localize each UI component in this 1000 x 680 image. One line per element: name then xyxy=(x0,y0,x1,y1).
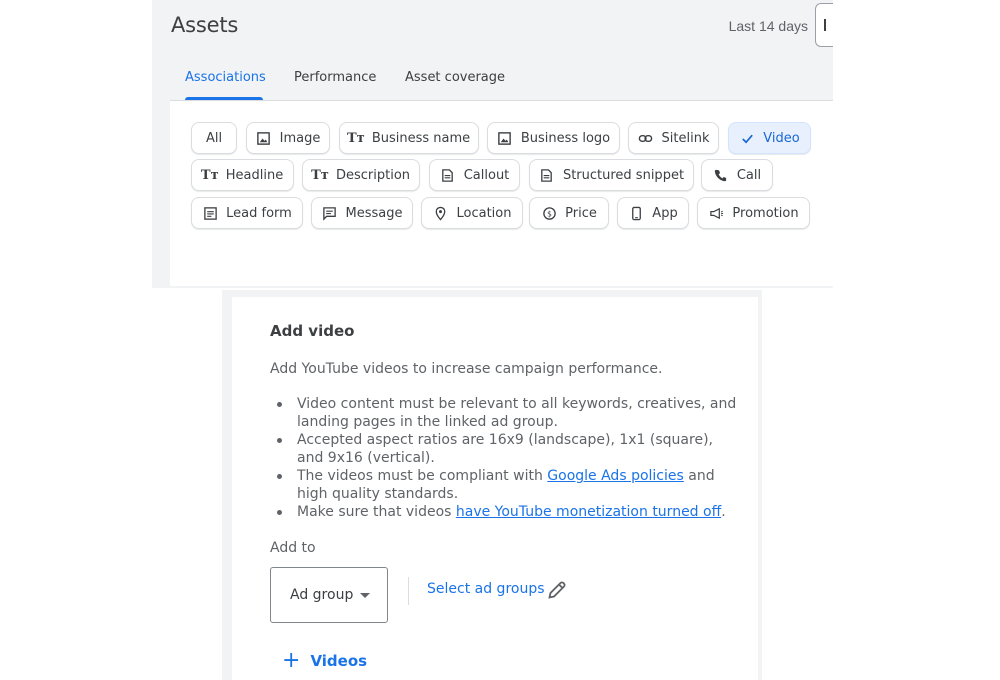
chip-label: Structured snippet xyxy=(562,167,685,183)
list-item-text: Accepted aspect ratios are 16x9 (landsca… xyxy=(297,432,713,466)
chip-label: Lead form xyxy=(226,205,292,221)
form-icon xyxy=(202,205,218,221)
chip-headline[interactable]: Tт Headline xyxy=(191,159,294,191)
chip-sitelink[interactable]: Sitelink xyxy=(628,122,719,154)
list-item-text: Make sure that videos xyxy=(297,504,456,520)
chip-lead-form[interactable]: Lead form xyxy=(191,197,303,229)
list-item-text: . xyxy=(721,504,726,520)
plus-icon: + xyxy=(282,648,301,673)
megaphone-icon xyxy=(708,205,724,221)
tab-associations[interactable]: Associations xyxy=(185,70,266,85)
date-picker-button[interactable] xyxy=(815,3,833,47)
document-icon xyxy=(440,167,456,183)
add-videos-label: Videos xyxy=(310,652,368,670)
chip-label: Call xyxy=(736,167,762,183)
list-item: The videos must be compliant with Google… xyxy=(277,467,737,503)
asset-type-filter-card: All Image Tт Business name Business logo… xyxy=(170,100,833,286)
list-item-text: The videos must be compliant with xyxy=(297,468,548,484)
image-icon xyxy=(497,130,513,146)
chip-label: Image xyxy=(279,130,321,146)
requirements-list: Video content must be relevant to all ke… xyxy=(277,395,737,521)
chip-app[interactable]: App xyxy=(617,197,689,229)
chip-label: Business name xyxy=(371,130,471,146)
chip-callout[interactable]: Callout xyxy=(429,159,520,191)
dialog-description: Add YouTube videos to increase campaign … xyxy=(270,361,663,377)
text-icon: Tт xyxy=(200,167,219,183)
price-icon: $ xyxy=(541,205,557,221)
tab-bar: Associations Performance Asset coverage xyxy=(152,60,833,100)
chip-label: Video xyxy=(763,130,800,146)
chip-label: App xyxy=(652,205,678,221)
list-item: Accepted aspect ratios are 16x9 (landsca… xyxy=(277,431,737,467)
chip-label: Promotion xyxy=(732,205,799,221)
youtube-monetization-link[interactable]: have YouTube monetization turned off xyxy=(456,504,721,520)
chip-label: Business logo xyxy=(520,130,611,146)
select-value: Ad group xyxy=(290,587,354,603)
phone-icon xyxy=(713,167,729,183)
document-icon xyxy=(539,167,555,183)
chip-video[interactable]: Video xyxy=(728,122,811,154)
dropdown-arrow-icon xyxy=(360,593,370,598)
svg-text:$: $ xyxy=(547,209,552,218)
chip-promotion[interactable]: Promotion xyxy=(697,197,810,229)
ad-group-select[interactable]: Ad group xyxy=(270,567,388,623)
chip-all[interactable]: All xyxy=(191,122,237,154)
chip-location[interactable]: Location xyxy=(421,197,523,229)
tab-performance[interactable]: Performance xyxy=(294,70,376,85)
chip-price[interactable]: $ Price xyxy=(529,197,609,229)
chip-structured-snippet[interactable]: Structured snippet xyxy=(529,159,694,191)
google-ads-policies-link[interactable]: Google Ads policies xyxy=(547,468,684,484)
chip-label: Callout xyxy=(463,167,510,183)
date-range-label[interactable]: Last 14 days xyxy=(729,18,808,34)
dialog-title: Add video xyxy=(270,322,355,340)
chip-business-logo[interactable]: Business logo xyxy=(487,122,620,154)
message-icon xyxy=(322,205,338,221)
chip-label: Message xyxy=(345,205,403,221)
chip-call[interactable]: Call xyxy=(701,159,773,191)
chip-label: Sitelink xyxy=(661,130,710,146)
image-icon xyxy=(256,130,272,146)
date-picker-icon xyxy=(824,19,826,31)
chip-image[interactable]: Image xyxy=(246,122,330,154)
assets-panel: Assets Last 14 days Associations Perform… xyxy=(152,0,833,288)
location-pin-icon xyxy=(433,205,449,221)
add-to-label: Add to xyxy=(270,540,316,556)
phone-device-icon xyxy=(628,205,644,221)
list-item-text: Video content must be relevant to all ke… xyxy=(297,396,737,430)
page-title: Assets xyxy=(171,13,239,37)
add-video-dialog: Add video Add YouTube videos to increase… xyxy=(232,297,758,680)
chip-label: Description xyxy=(335,167,411,183)
pencil-icon[interactable] xyxy=(546,579,568,601)
tab-asset-coverage[interactable]: Asset coverage xyxy=(405,70,505,85)
divider xyxy=(408,577,409,605)
chip-business-name[interactable]: Tт Business name xyxy=(339,122,479,154)
add-videos-button[interactable]: + Videos xyxy=(282,649,367,673)
check-icon xyxy=(739,130,755,146)
chip-message[interactable]: Message xyxy=(311,197,413,229)
chip-label: Price xyxy=(565,205,597,221)
text-icon: Tт xyxy=(346,130,365,146)
chip-description[interactable]: Tт Description xyxy=(302,159,420,191)
link-icon xyxy=(638,130,654,146)
select-ad-groups-link[interactable]: Select ad groups xyxy=(427,581,545,597)
text-icon: Tт xyxy=(311,167,329,183)
chip-label: Location xyxy=(456,205,512,221)
list-item: Make sure that videos have YouTube monet… xyxy=(277,503,737,521)
list-item: Video content must be relevant to all ke… xyxy=(277,395,737,431)
chip-label: All xyxy=(205,130,223,146)
chip-label: Headline xyxy=(225,167,284,183)
